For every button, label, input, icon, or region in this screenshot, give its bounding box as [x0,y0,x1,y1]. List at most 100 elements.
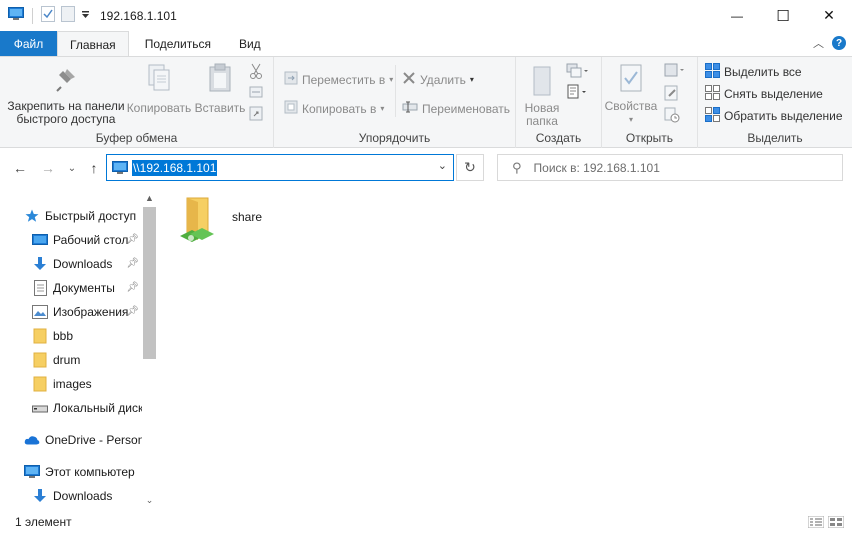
rename-icon [402,100,418,117]
arrow-up-icon: ↑ [90,160,98,176]
tab-home[interactable]: Главная [57,31,129,57]
quick-access-toolbar [0,0,90,31]
pin-quick-access-button[interactable]: Закрепить на панели быстрого доступа [6,65,126,126]
nav-item-label: Документы [53,281,115,295]
select-all-button[interactable]: Выделить все [705,63,802,81]
delete-button[interactable]: Удалить ▾ [402,71,474,88]
nav-item-label: images [53,377,92,391]
nav-item-folder-bbb[interactable]: bbb [32,325,142,347]
help-icon[interactable]: ? [832,36,846,50]
tab-view[interactable]: Вид [223,31,273,56]
customize-toolbar-icon[interactable] [81,9,90,23]
close-button[interactable]: ✕ [806,0,852,31]
scroll-up-icon[interactable]: ▲ [142,190,157,205]
select-none-icon [705,85,720,103]
file-list: share [160,190,852,508]
move-to-icon [284,71,298,88]
details-view-icon[interactable] [808,515,824,529]
copy-to-label: Копировать в [302,101,377,116]
rename-button[interactable]: Переименовать [402,100,510,117]
up-button[interactable]: ↑ [84,158,104,178]
document-icon [32,280,48,296]
move-to-button[interactable]: Переместить в ▾ [284,71,393,88]
title-bar: 192.168.1.101 — ☐ ✕ [0,0,852,31]
chevron-down-icon[interactable]: ⌄ [438,159,447,172]
tab-file[interactable]: Файл [0,31,57,56]
open-group: Свойства ▾ Открыть [602,57,698,148]
forward-button[interactable]: → [38,158,58,178]
maximize-button[interactable]: ☐ [760,0,806,31]
desktop-icon [32,232,48,248]
back-button[interactable]: ← [10,158,30,178]
navigation-pane: Быстрый доступ Рабочий стол 📌︎ Downloads… [0,190,158,508]
history-icon[interactable] [664,107,680,126]
copy-path-icon[interactable] [249,85,263,102]
pin-icon[interactable]: 📌︎ [126,282,139,293]
nav-item-documents[interactable]: Документы 📌︎ [32,277,142,299]
new-folder-label-2: папка [526,114,558,128]
address-path[interactable]: \\192.168.1.101 [132,159,218,176]
copy-to-icon [284,100,298,117]
easy-access-icon[interactable] [566,84,590,103]
expand-ribbon-icon[interactable]: ︿ [813,35,824,51]
nav-item-downloads[interactable]: Downloads 📌︎ [32,253,142,275]
ribbon-tabs: Файл Главная Поделиться Вид ︿ ? [0,31,852,57]
open-group-label: Открыть [625,131,674,145]
new-folder-icon[interactable] [61,6,75,25]
pin-icon[interactable]: 📌︎ [126,306,139,317]
large-icons-view-icon[interactable] [828,515,844,529]
delete-label: Удалить [420,72,466,87]
properties-icon[interactable] [41,6,55,25]
nav-item-local-disk[interactable]: Локальный диск [32,397,142,419]
tab-share[interactable]: Поделиться [129,31,223,56]
paste-icon [207,63,233,96]
download-icon [32,256,48,272]
ribbon-controls: ︿ ? [813,35,846,51]
copy-to-button[interactable]: Копировать в ▾ [284,100,384,117]
paste-button[interactable]: Вставить [194,63,246,115]
computer-icon[interactable] [8,7,24,24]
recent-locations-button[interactable]: ⌄ [62,158,82,178]
nav-item-label: Изображения [53,305,129,319]
copy-button[interactable]: Копировать [126,63,192,115]
select-none-label: Снять выделение [724,87,823,101]
folder-icon [32,352,48,368]
open-icon[interactable] [664,63,688,82]
organize-divider [395,65,396,117]
minimize-button[interactable]: — [714,0,760,31]
refresh-button[interactable]: ↻ [456,154,484,181]
search-box[interactable]: ⚲ Поиск в: 192.168.1.101 [497,154,843,181]
nav-item-downloads-pc[interactable]: Downloads [32,485,142,507]
edit-icon[interactable] [664,85,680,104]
nav-item-this-pc[interactable]: Этот компьютер [24,461,142,483]
nav-item-quick-access[interactable]: Быстрый доступ [24,205,142,227]
pin-icon[interactable]: 📌︎ [126,258,139,269]
clipboard-group-label: Буфер обмена [95,131,178,145]
nav-item-folder-drum[interactable]: drum [32,349,142,371]
new-folder-button[interactable]: Новая папка [522,65,562,128]
properties-icon [618,63,644,98]
file-item[interactable]: share [178,196,262,247]
nav-item-folder-images[interactable]: images [32,373,142,395]
scrollbar-thumb[interactable] [143,207,156,359]
address-bar[interactable]: \\192.168.1.101 ⌄ [106,154,454,181]
refresh-icon: ↻ [464,159,476,175]
drive-icon [32,400,48,416]
computer-icon [112,161,128,178]
nav-item-pictures[interactable]: Изображения 📌︎ [32,301,142,323]
select-none-button[interactable]: Снять выделение [705,85,823,103]
nav-item-label: Этот компьютер [45,465,135,479]
scroll-down-icon[interactable]: ⌄ [142,493,157,508]
properties-button[interactable]: Свойства ▾ [604,63,658,126]
nav-item-desktop[interactable]: Рабочий стол 📌︎ [32,229,142,251]
new-item-icon[interactable] [566,63,590,82]
nav-item-onedrive[interactable]: OneDrive - Personal [24,429,142,451]
pin-icon[interactable]: 📌︎ [126,234,139,245]
nav-scrollbar[interactable]: ▲ ⌄ [142,190,157,508]
ribbon: Закрепить на панели быстрого доступа Коп… [0,56,852,148]
search-placeholder: Поиск в: 192.168.1.101 [533,160,660,175]
invert-selection-button[interactable]: Обратить выделение [705,107,843,125]
cut-icon[interactable] [249,63,263,82]
paste-shortcut-icon[interactable] [249,105,263,124]
invert-selection-icon [705,107,720,125]
